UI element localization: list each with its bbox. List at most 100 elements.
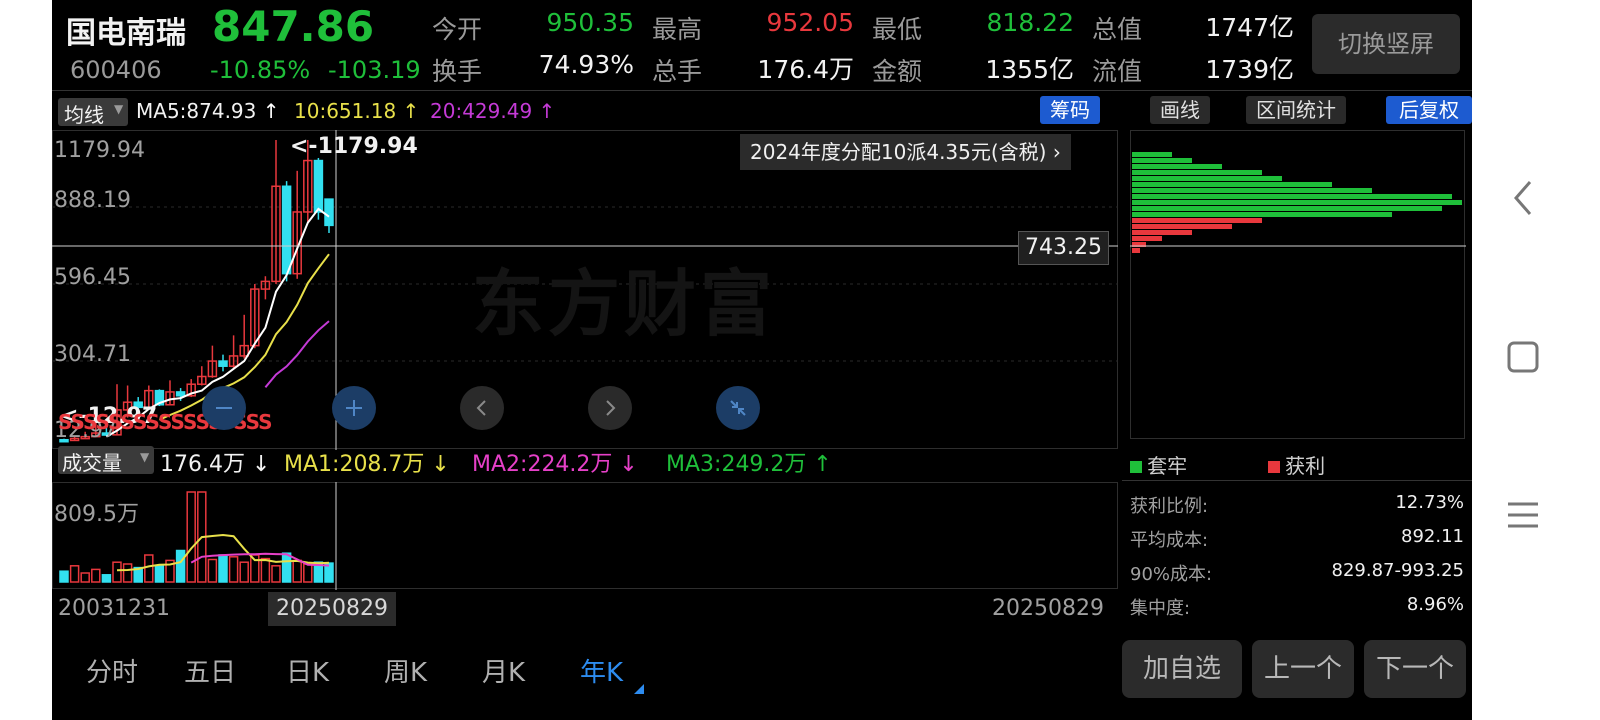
- chip-bar: [1132, 218, 1262, 223]
- change-percent: -10.85%: [210, 56, 311, 84]
- scroll-right-icon[interactable]: [588, 386, 632, 430]
- tab-daily-k[interactable]: 日K: [286, 652, 329, 689]
- legend-trapped: 套牢: [1130, 450, 1187, 479]
- draw-line-button[interactable]: 画线: [1150, 96, 1210, 124]
- trapped-swatch: [1130, 461, 1142, 473]
- volume-value: 176.4万: [757, 55, 854, 84]
- volume-bar: [260, 557, 271, 583]
- float-value: 1739亿: [1205, 55, 1294, 84]
- header-divider: [52, 90, 1472, 91]
- menu-icon[interactable]: [1506, 500, 1540, 530]
- chip-bar: [1132, 206, 1442, 211]
- dropdown-icon: ▼: [140, 450, 150, 464]
- previous-stock-button[interactable]: 上一个: [1252, 640, 1354, 698]
- volume-bar: [69, 565, 80, 583]
- stock-name: 国电南瑞: [66, 16, 186, 51]
- amount-label: 金额: [872, 57, 923, 86]
- candle-body: [218, 360, 228, 367]
- stock-price: 847.86: [212, 2, 375, 51]
- adjust-button[interactable]: 后复权: [1386, 96, 1472, 124]
- next-stock-button[interactable]: 下一个: [1364, 640, 1466, 698]
- ma-selector[interactable]: 均线 ▼: [58, 98, 128, 127]
- chip-distribution: [1130, 130, 1466, 439]
- ma20-line: [264, 320, 330, 388]
- float-label: 流值: [1092, 57, 1143, 86]
- volume-bar: [175, 549, 186, 583]
- vol-ma2-readout: MA2:224.2万 ↓: [472, 452, 638, 477]
- chip-bar: [1132, 176, 1282, 181]
- low-value: 818.22: [986, 8, 1074, 37]
- volume-bar: [292, 559, 302, 583]
- stat-90-cost-value: 829.87-993.25: [1331, 560, 1464, 581]
- chip-bar: [1132, 194, 1452, 199]
- volume-bar: [59, 570, 69, 583]
- volume-chart[interactable]: [52, 482, 1118, 590]
- mktcap-value: 1747亿: [1205, 13, 1294, 42]
- scroll-left-icon[interactable]: [460, 386, 504, 430]
- tab-yearly-k[interactable]: 年K: [580, 652, 623, 689]
- stat-concentration-value: 8.96%: [1406, 594, 1464, 615]
- volume-bar: [144, 554, 154, 583]
- tab-monthly-k[interactable]: 月K: [482, 652, 525, 689]
- volume-bar: [239, 561, 249, 583]
- date-start: 20031231: [58, 596, 170, 621]
- volume-label: 总手: [652, 57, 703, 86]
- vol-ma1-readout: MA1:208.7万 ↓: [284, 452, 450, 477]
- change-amount: -103.19: [328, 56, 421, 84]
- chip-bar: [1132, 152, 1172, 157]
- legend-profit: 获利: [1268, 450, 1325, 479]
- app-screen: 国电南瑞 847.86 600406 -10.85% -103.19 今开 95…: [52, 0, 1472, 720]
- candle-body: [324, 198, 334, 227]
- ma10-readout: 10:651.18 ↑: [294, 99, 420, 123]
- chip-bars: [1132, 152, 1462, 253]
- profit-swatch: [1268, 461, 1280, 473]
- tab-five-day[interactable]: 五日: [184, 652, 236, 689]
- y-label-3: 596.45: [54, 265, 131, 290]
- tab-intraday[interactable]: 分时: [86, 652, 138, 689]
- candlesticks: [59, 140, 334, 443]
- volume-bar: [281, 552, 292, 583]
- back-icon[interactable]: [1508, 178, 1538, 218]
- chip-bar: [1132, 200, 1462, 205]
- volume-bar: [91, 568, 101, 583]
- stat-avg-cost-label: 平均成本:: [1130, 530, 1209, 551]
- range-stats-button[interactable]: 区间统计: [1246, 96, 1346, 124]
- volume-bar: [207, 558, 218, 583]
- home-icon[interactable]: [1506, 340, 1540, 374]
- chip-bar: [1132, 170, 1262, 175]
- add-watchlist-button[interactable]: 加自选: [1122, 640, 1242, 698]
- dropdown-icon: ▼: [114, 102, 124, 116]
- collapse-icon[interactable]: [716, 386, 760, 430]
- volume-bar: [154, 565, 165, 583]
- candle-body: [281, 185, 292, 275]
- candle-body: [313, 159, 324, 213]
- chip-bar: [1132, 248, 1140, 253]
- high-value: 952.05: [766, 8, 854, 37]
- zoom-out-icon[interactable]: [202, 386, 246, 430]
- volume-bar: [228, 556, 239, 583]
- max-price-note: <-1179.94: [290, 134, 418, 159]
- volume-selector[interactable]: 成交量 ▼: [58, 446, 154, 475]
- chip-bar: [1132, 164, 1222, 169]
- amount-value: 1355亿: [985, 55, 1074, 84]
- date-cursor: 20250829: [268, 592, 396, 626]
- chip-bar: [1132, 188, 1372, 193]
- chip-bar: [1132, 182, 1332, 187]
- switch-portrait-button[interactable]: 切换竖屏: [1312, 14, 1460, 74]
- tab-weekly-k[interactable]: 周K: [384, 652, 427, 689]
- stat-concentration-label: 集中度:: [1130, 598, 1191, 619]
- chips-button[interactable]: 筹码: [1040, 96, 1100, 124]
- volume-bar: [101, 574, 112, 583]
- turnover-value: 74.93%: [538, 50, 634, 79]
- candle-body: [175, 391, 186, 397]
- tab-corner-icon: [634, 684, 644, 694]
- y-label-2: 888.19: [54, 188, 131, 213]
- volume-bar: [80, 572, 90, 583]
- zoom-in-icon[interactable]: [332, 386, 376, 430]
- volume-selector-label: 成交量: [62, 451, 122, 475]
- dividend-notice[interactable]: 2024年度分配10派4.35元(含税) ›: [740, 134, 1071, 170]
- chip-bar: [1132, 212, 1392, 217]
- chip-bar: [1132, 224, 1232, 229]
- volume-bar: [122, 563, 133, 583]
- volume-bar: [112, 561, 122, 583]
